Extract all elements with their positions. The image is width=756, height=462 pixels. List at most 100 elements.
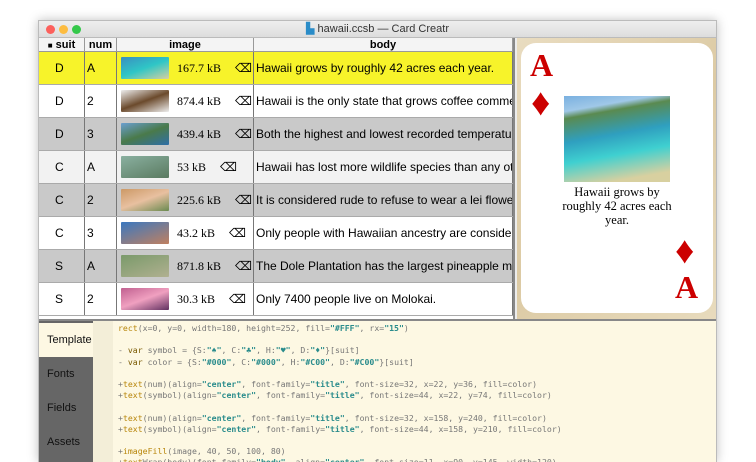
delete-image-icon[interactable]: ⌫ — [235, 61, 252, 75]
cell-body[interactable]: Hawaii has lost more wildlife species th… — [254, 151, 513, 183]
cell-image[interactable]: 30.3 kB ⌫ — [117, 283, 254, 315]
cell-image[interactable]: 53 kB ⌫ — [117, 151, 254, 183]
data-table: ■ suit num image body D A 167.7 kB ⌫ Hawa… — [39, 38, 515, 319]
card-image — [564, 96, 670, 182]
cell-num[interactable]: A — [85, 52, 117, 84]
select-all-marker[interactable]: ■ — [48, 41, 53, 50]
column-header-body[interactable]: body — [254, 38, 513, 51]
cell-image[interactable]: 439.4 kB ⌫ — [117, 118, 254, 150]
cell-suit[interactable]: C — [39, 217, 85, 249]
cell-suit[interactable]: S — [39, 283, 85, 315]
delete-image-icon[interactable]: ⌫ — [229, 292, 246, 306]
editor-pane: Template Fonts Fields Assets rect(x=0, y… — [39, 319, 716, 462]
table-row[interactable]: D 3 439.4 kB ⌫ Both the highest and lowes… — [39, 118, 513, 151]
cell-image[interactable]: 43.2 kB ⌫ — [117, 217, 254, 249]
header-label: suit — [55, 39, 76, 51]
cell-body[interactable]: Only 7400 people live on Molokai. — [254, 283, 513, 315]
cell-body[interactable]: It is considered rude to refuse to wear … — [254, 184, 513, 216]
code-line: +imageFill(image, 40, 50, 100, 80) — [118, 446, 286, 457]
table-header: ■ suit num image body — [39, 38, 513, 52]
image-size: 439.4 kB — [177, 126, 222, 141]
tab-template[interactable]: Template — [39, 323, 93, 357]
cell-suit[interactable]: D — [39, 118, 85, 150]
image-size: 43.2 kB — [177, 225, 216, 240]
table-row[interactable]: D A 167.7 kB ⌫ Hawaii grows by roughly 42… — [39, 52, 513, 85]
cell-num[interactable]: 3 — [85, 217, 117, 249]
code-line: +textWrap(body)(font-family="body", alig… — [118, 457, 562, 462]
table-row[interactable]: C 3 43.2 kB ⌫ Only people with Hawaiian a… — [39, 217, 513, 250]
table-row[interactable]: C A 53 kB ⌫ Hawaii has lost more wildlife… — [39, 151, 513, 184]
cell-body[interactable]: Only people with Hawaiian ancestry are c… — [254, 217, 513, 249]
table-row[interactable]: C 2 225.6 kB ⌫ It is considered rude to r… — [39, 184, 513, 217]
column-header-num[interactable]: num — [85, 38, 117, 51]
image-thumbnail — [121, 57, 169, 79]
cell-suit[interactable]: D — [39, 85, 85, 117]
image-thumbnail — [121, 156, 169, 178]
table-row[interactable]: S A 871.8 kB ⌫ The Dole Plantation has th… — [39, 250, 513, 283]
cell-num[interactable]: 2 — [85, 85, 117, 117]
cell-num[interactable]: 3 — [85, 118, 117, 150]
image-thumbnail — [121, 222, 169, 244]
card-num-bottom: A — [675, 269, 699, 305]
minimize-button[interactable] — [59, 25, 68, 34]
code-line: +text(symbol)(align="center", font-famil… — [118, 390, 552, 401]
cell-num[interactable]: A — [85, 250, 117, 282]
image-size: 874.4 kB — [177, 93, 222, 108]
tab-bar: Template Fonts Fields Assets — [39, 321, 93, 462]
code-line: +text(num)(align="center", font-family="… — [118, 378, 538, 389]
delete-image-icon[interactable]: ⌫ — [235, 259, 252, 273]
table-row[interactable]: D 2 874.4 kB ⌫ Hawaii is the only state t… — [39, 85, 513, 118]
code-line: - var color = {S:"#000", C:"#000", H:"#C… — [118, 356, 414, 367]
column-header-suit[interactable]: ■ suit — [39, 38, 85, 51]
image-thumbnail — [121, 255, 169, 277]
card-suit-top: ♦ — [531, 82, 551, 124]
image-thumbnail — [121, 123, 169, 145]
template-code-editor[interactable]: rect(x=0, y=0, width=180, height=252, fi… — [118, 323, 562, 462]
image-size: 225.6 kB — [177, 192, 222, 207]
line-gutter — [93, 321, 113, 462]
delete-image-icon[interactable]: ⌫ — [229, 226, 246, 240]
cell-num[interactable]: 2 — [85, 184, 117, 216]
column-header-image[interactable]: image — [117, 38, 254, 51]
card-body-text: Hawaii grows by roughly 42 acres each ye… — [562, 185, 672, 227]
zoom-button[interactable] — [72, 25, 81, 34]
cell-suit[interactable]: S — [39, 250, 85, 282]
code-line: +text(num)(align="center", font-family="… — [118, 412, 547, 423]
delete-image-icon[interactable]: ⌫ — [235, 94, 252, 108]
cell-image[interactable]: 874.4 kB ⌫ — [117, 85, 254, 117]
image-size: 167.7 kB — [177, 60, 222, 75]
document-icon: ▙ — [306, 23, 315, 35]
cell-body[interactable]: Hawaii is the only state that grows coff… — [254, 85, 513, 117]
cell-body[interactable]: Hawaii grows by roughly 42 acres each ye… — [254, 52, 513, 84]
cell-image[interactable]: 167.7 kB ⌫ — [117, 52, 254, 84]
image-thumbnail — [121, 288, 169, 310]
cell-suit[interactable]: C — [39, 151, 85, 183]
image-size: 53 kB — [177, 159, 207, 174]
cell-suit[interactable]: C — [39, 184, 85, 216]
cell-body[interactable]: Both the highest and lowest recorded tem… — [254, 118, 513, 150]
cell-image[interactable]: 871.8 kB ⌫ — [117, 250, 254, 282]
close-button[interactable] — [46, 25, 55, 34]
tab-assets[interactable]: Assets — [39, 425, 93, 459]
code-line: rect(x=0, y=0, width=180, height=252, fi… — [118, 323, 409, 333]
image-thumbnail — [121, 189, 169, 211]
image-thumbnail — [121, 90, 169, 112]
delete-image-icon[interactable]: ⌫ — [220, 160, 237, 174]
card-preview-pane: A ♦ Hawaii grows by roughly 42 acres eac… — [517, 38, 716, 319]
delete-image-icon[interactable]: ⌫ — [235, 127, 252, 141]
table-row[interactable]: S 2 30.3 kB ⌫ Only 7400 people live on Mo… — [39, 283, 513, 316]
cell-suit[interactable]: D — [39, 52, 85, 84]
card-suit-bottom: ♦ — [675, 230, 695, 272]
app-window: ▙ hawaii.ccsb — Card Creatr ■ suit num i… — [38, 20, 717, 462]
cell-body[interactable]: The Dole Plantation has the largest pine… — [254, 250, 513, 282]
cell-num[interactable]: 2 — [85, 283, 117, 315]
cell-image[interactable]: 225.6 kB ⌫ — [117, 184, 254, 216]
cell-num[interactable]: A — [85, 151, 117, 183]
tab-fields[interactable]: Fields — [39, 391, 93, 425]
tab-fonts[interactable]: Fonts — [39, 357, 93, 391]
delete-image-icon[interactable]: ⌫ — [235, 193, 252, 207]
